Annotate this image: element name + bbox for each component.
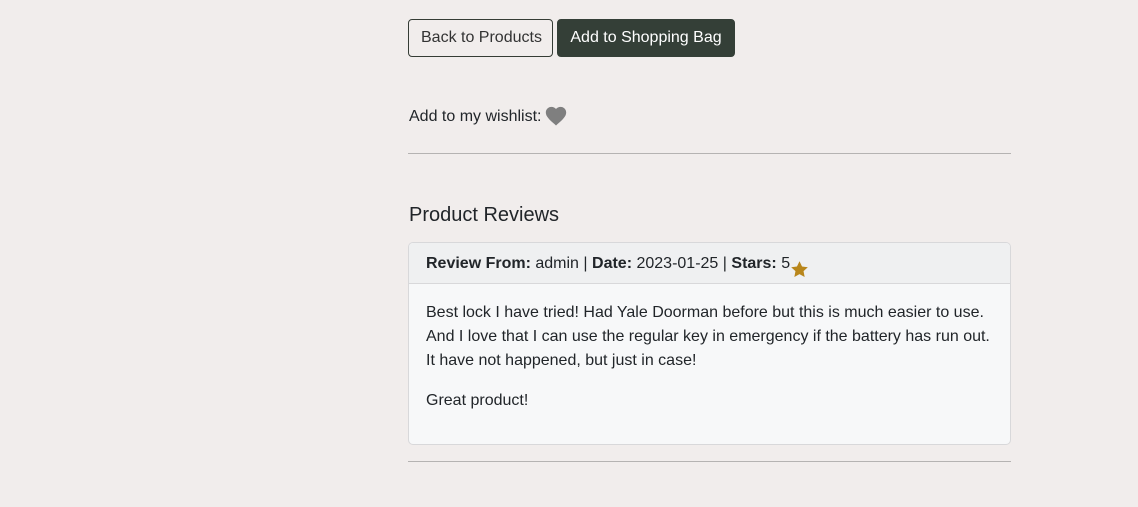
action-buttons: Back to Products Add to Shopping Bag xyxy=(408,19,735,57)
product-detail-page: Back to Products Add to Shopping Bag Add… xyxy=(0,0,1138,507)
review-date: 2023-01-25 xyxy=(636,254,719,272)
divider xyxy=(408,461,1011,462)
divider xyxy=(408,153,1011,154)
review-card: Review From: admin | Date: 2023-01-25 | … xyxy=(408,242,1011,445)
heart-icon[interactable] xyxy=(545,106,567,126)
review-body: Best lock I have tried! Had Yale Doorman… xyxy=(409,284,1010,413)
review-author: admin xyxy=(535,254,579,272)
review-stars-label: Stars: xyxy=(731,254,777,272)
wishlist-row: Add to my wishlist: xyxy=(409,105,567,129)
wishlist-label: Add to my wishlist: xyxy=(409,108,542,125)
review-text: Best lock I have tried! Had Yale Doorman… xyxy=(426,304,990,369)
review-text: Great product! xyxy=(426,392,529,409)
review-separator: | xyxy=(722,254,727,272)
add-to-shopping-bag-button[interactable]: Add to Shopping Bag xyxy=(557,19,735,57)
review-header: Review From: admin | Date: 2023-01-25 | … xyxy=(409,243,1010,284)
back-to-products-button[interactable]: Back to Products xyxy=(408,19,553,57)
product-reviews-heading: Product Reviews xyxy=(409,204,560,226)
review-stars-value: 5 xyxy=(781,254,791,272)
review-separator: | xyxy=(583,254,588,272)
star-icon xyxy=(790,254,809,277)
review-from-label: Review From: xyxy=(426,254,531,272)
review-date-label: Date: xyxy=(592,254,633,272)
